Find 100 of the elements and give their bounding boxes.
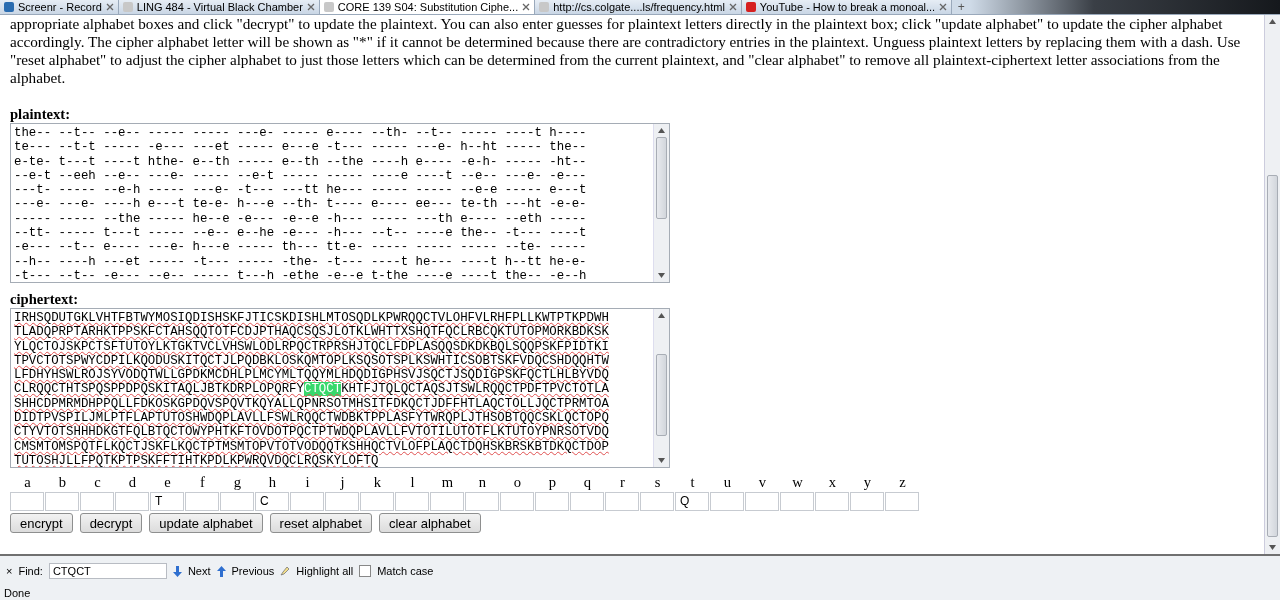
scroll-down-arrow-icon[interactable]: [658, 273, 665, 278]
close-icon[interactable]: [728, 3, 737, 11]
cipher-letter-field[interactable]: [815, 492, 849, 511]
close-icon[interactable]: [939, 3, 948, 11]
alphabet-letter: w: [791, 474, 804, 490]
cipher-letter-field[interactable]: [185, 492, 219, 511]
cipher-letter-field[interactable]: [325, 492, 359, 511]
cipher-letter-field[interactable]: [780, 492, 814, 511]
ciphertext-label: ciphertext:: [10, 290, 80, 308]
alphabet-letter: x: [827, 474, 838, 490]
close-icon[interactable]: [306, 3, 315, 11]
cipher-letter-field[interactable]: [45, 492, 79, 511]
browser-tab[interactable]: YouTube - How to break a monoal...: [741, 0, 953, 14]
cipher-letter-field[interactable]: [640, 492, 674, 511]
action-button[interactable]: reset alphabet: [269, 513, 372, 533]
alphabet-letter: t: [689, 474, 696, 490]
scroll-up-arrow-icon[interactable]: [658, 128, 665, 133]
alphabet-letter: u: [722, 474, 733, 490]
alphabet-letter: b: [57, 474, 68, 490]
search-match: CTQCT: [304, 382, 342, 397]
next-link[interactable]: Next: [187, 565, 211, 577]
favicon-icon: [323, 2, 334, 12]
browser-tab[interactable]: LING 484 - Virtual Black Chamber: [118, 0, 320, 14]
alphabet-letter: z: [898, 474, 907, 490]
match-case-label: Match case: [377, 565, 434, 577]
scroll-up-arrow-icon[interactable]: [1269, 19, 1276, 24]
scroll-down-arrow-icon[interactable]: [1269, 545, 1276, 550]
find-field[interactable]: CTQCT: [48, 563, 167, 579]
alphabet-letter: k: [372, 474, 383, 490]
alphabet-letter: d: [127, 474, 138, 490]
cipher-letter-field[interactable]: [465, 492, 499, 511]
alphabet-letter: n: [477, 474, 488, 490]
cipher-letter-field[interactable]: [885, 492, 919, 511]
cipher-letter-field[interactable]: [535, 492, 569, 511]
scroll-up-arrow-icon[interactable]: [658, 313, 665, 318]
alphabet-letter: e: [163, 474, 172, 490]
action-button[interactable]: clear alphabet: [378, 513, 481, 533]
browser-tab[interactable]: Screenr - Record: [0, 0, 119, 14]
alphabet-letter: s: [653, 474, 662, 490]
down-arrow-icon[interactable]: [172, 565, 182, 577]
highlight-all-button[interactable]: Highlight all: [296, 565, 354, 577]
scroll-down-arrow-icon[interactable]: [658, 458, 665, 463]
alphabet-letter: g: [232, 474, 243, 490]
alphabet-letter: r: [619, 474, 626, 490]
alphabet-letter: a: [23, 474, 32, 490]
browser-tab[interactable]: CORE 139 S04: Substitution Ciphe...: [319, 0, 536, 14]
alphabet-letter: f: [199, 474, 206, 490]
close-icon[interactable]: [105, 3, 114, 11]
alphabet-letter: c: [93, 474, 102, 490]
alphabet-letter: m: [440, 474, 455, 490]
favicon-icon: [745, 2, 756, 12]
highlighter-icon[interactable]: [280, 566, 291, 576]
browser-tab[interactable]: http://cs.colgate....ls/frequency.html: [535, 0, 742, 14]
match-case-checkbox[interactable]: [359, 565, 372, 577]
previous-link[interactable]: Previous: [231, 565, 275, 577]
alphabet-letter: j: [339, 474, 346, 490]
alphabet-letter: l: [409, 474, 416, 490]
find-label: Find:: [18, 565, 43, 577]
up-arrow-icon[interactable]: [216, 565, 226, 577]
cipher-letter-field[interactable]: [850, 492, 884, 511]
cipher-letter-field[interactable]: [395, 492, 429, 511]
cipher-letter-field[interactable]: Q: [675, 492, 709, 511]
close-icon[interactable]: [522, 3, 531, 11]
cipher-letter-field[interactable]: [605, 492, 639, 511]
action-button[interactable]: update alphabet: [149, 513, 263, 533]
cipher-letter-field[interactable]: [290, 492, 324, 511]
cipher-letter-field[interactable]: [115, 492, 149, 511]
alphabet-letter: y: [862, 474, 873, 490]
action-button[interactable]: decrypt: [79, 513, 143, 533]
alphabet-letter: v: [757, 474, 768, 490]
favicon-icon: [122, 2, 133, 12]
cipher-letter-field[interactable]: [570, 492, 604, 511]
scrollbar[interactable]: [653, 124, 669, 282]
alphabet-letter: o: [512, 474, 523, 490]
cipher-letter-field[interactable]: [360, 492, 394, 511]
cipher-letter-field[interactable]: [500, 492, 534, 511]
favicon-icon: [4, 2, 14, 12]
alphabet-letter: h: [267, 474, 278, 490]
favicon-icon: [539, 2, 550, 12]
close-find-button[interactable]: ×: [6, 565, 13, 577]
plaintext-label: plaintext:: [10, 105, 71, 123]
cipher-letter-field[interactable]: [430, 492, 464, 511]
cipher-letter-field[interactable]: [80, 492, 114, 511]
action-button[interactable]: encrypt: [10, 513, 73, 533]
cipher-letter-field[interactable]: [10, 492, 44, 511]
cipher-letter-field[interactable]: T: [150, 492, 184, 511]
alphabet-letter: q: [582, 474, 593, 490]
cipher-letter-field[interactable]: [220, 492, 254, 511]
instructions-text: appropriate alphabet boxes and click "decrypt" to update the plaintext. You can also enter guesses for plaintext letters directly in the plaintext box; click "update alphabet" to update the cipher alphabet accordingly. The cipher alphabet letter will be shown as "*" if it cannot be determined because there are contradictory entries in the plaintext. Unguess plaintext letters by replacing them with a dash. Use "reset alphabet" to adjust the cipher alphabet to just those letters which can be determined from the current plaintext, and "clear alphabet" to remove all plaintext-ciphertext letter associations from the alphabet.: [10, 15, 1242, 87]
alphabet-letter: p: [547, 474, 558, 490]
scrollbar[interactable]: [653, 309, 669, 467]
cipher-letter-field[interactable]: C: [255, 492, 289, 511]
cipher-letter-field[interactable]: [710, 492, 744, 511]
page-scrollbar[interactable]: [1264, 15, 1280, 554]
plaintext-area[interactable]: the-- --t-- --e-- ----- ----- ---e- ----- e---- --th- --t-- ----- ----t h---- te--- --t-t ----- -e--- ---et ----- e---e -t--- ----- ---e- h--ht ----- the-- e-te- t---t ----t hthe- e--th ----- e--th --the ----h e---- -e-h- ----- -ht-- --e-t --eeh --e-- ---e- ----- --e-t ----- ----- ----e ----t --e-- ---e- -e--- ---t- ----- --e-h ----- ---e- -t--- ---tt he--- ----- ----- --e-e ----- e---t ---e- ---e- ----h e---t te-e- h---e --th- t---- e---- ee--- te-th ---ht -e-e- ----- ----- --the ----- he--e -e--- -e--e -h--- ----- ---th e---- --eth ----- --tt- ----- t---t ----- --e-- e--he -e--- -h--- --t-- ----e the-- -t--- ----t -e--- --t-- e---- ---e- h---e ----- th--- tt-e- ----- ----- ----- --te- ----- --h-- ----h ---et ----- -t--- ----- -the- -t--- ----t he--- ----t h--tt he-e- -t--- --t-- -e--- --e-- ----- t---h -ethe -e--e t-the ----e ----t the-- -e--h: [10, 123, 670, 283]
cipher-letter-field[interactable]: [745, 492, 779, 511]
status-text: Done: [0, 586, 1280, 600]
ciphertext-area[interactable]: IRHSQDUTGKLVHTFBTWYMOSIQDISHSKFJTICSKDISHLMTOSQDLKPWRQQCTVLOHFVLRHFPLLKWTPTKPDWH TLADQPRPTARHKTPPSKFCTAHSQQTOTFCDJPTHAQCSQSJLOTKLWHTTXSHQTFQCLRBCQKTUTOPMORKBDKSK YLQCTOJSKPCTSFTUTOYLKTGKTVCLVHSWLODLRPQCTRPRSHJTQCLFDPLASQQSDKDKBQLSQQPSKFPIDTKI TPVCTOTSPWYCDPILKQODUSKITQCTJLPQDBKLOSKQMTOPLKSQSOTSPLKSWHTICSOBTSKFVDQCSHDQQHTW LFDHYHSWLROJSYVODQTWLLGPDKMCDHLPLMCYMLTQQYMLHDQDIGPHSVJSQCTJSQDIGPSKFQCTLHLBYVDQ CLRQQCTHTSPQSPPDPQSKITAQLJBTKDRPLOPQRFYCTQCTKHTFJTQLQCTAQSJTSWLRQQCTPDFTPVCTOTLA SHHCDPMRMDHPPQLLFDKOSKGPDQVSPQVTKQYALLQPNRSOTMHSITFDKQCTJDFFHTLAQCTOLLJQCTPRMTOA DIDTPVSPILJMLPTFLAPTUTOSHWDQPLAVLLFSWLRQQCTWDBKTPPLASFYTWRQPLJTHSOBTQQCSKLQCTOPQ CTYVTOTSHHHDKGTFQLBTQCTOWYPHTKFTOVDOTPQCTPTWDQPLAVLLFVTOTILUTOTFLKTUTOYPNRSOTVDQ CMSMTOMSPQTFLKQCTJSKFLKQCTPTMSMTOPVTOTVODQQTKSHHQCTVLOFPLAQCTDQHSKBRSKBTDKQCTDOP TUTOSHJLLFPQTKPTPSKFFTIHTKPDLKPWRQVDQCLRQSKYLOFTQ: [10, 308, 670, 468]
new-tab-button[interactable]: +: [952, 0, 971, 14]
alphabet-letter: i: [304, 474, 311, 490]
